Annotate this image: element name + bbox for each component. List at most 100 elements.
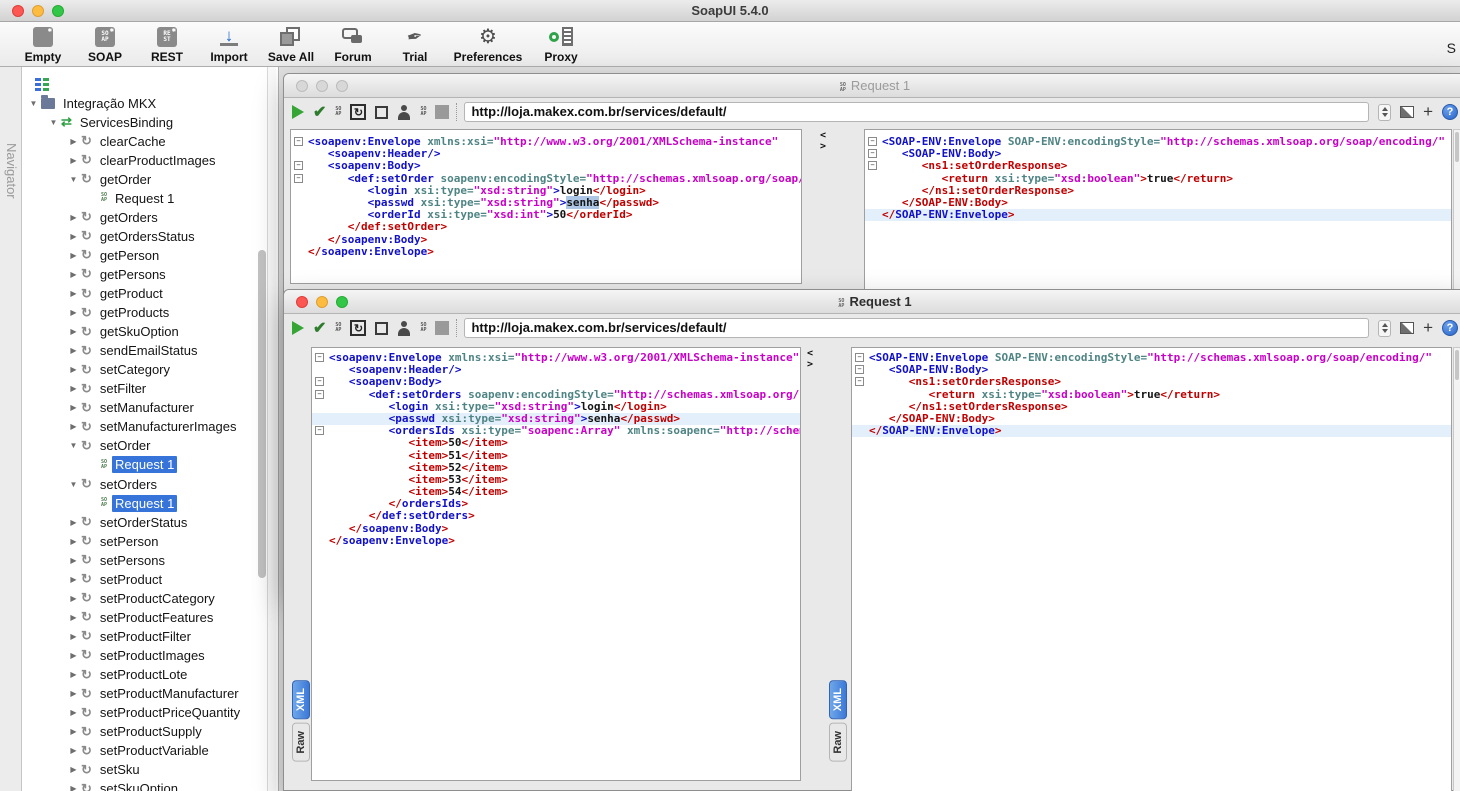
tree-item-setsku[interactable]: ▶↻setSku bbox=[68, 760, 143, 779]
auth-button[interactable] bbox=[397, 102, 411, 122]
fold-toggle-icon[interactable]: − bbox=[294, 137, 303, 146]
disclosure-right-icon[interactable]: ▶ bbox=[68, 289, 79, 298]
disclosure-right-icon[interactable]: ▶ bbox=[68, 632, 79, 641]
tree-item-servicesbinding[interactable]: ▼⇄ServicesBinding bbox=[48, 113, 176, 132]
tree-item-setperson[interactable]: ▶↻setPerson bbox=[68, 532, 161, 551]
tree-item-setmanufacturer[interactable]: ▶↻setManufacturer bbox=[68, 398, 197, 417]
disclosure-right-icon[interactable]: ▶ bbox=[68, 422, 79, 431]
disclosure-right-icon[interactable]: ▶ bbox=[68, 365, 79, 374]
fold-toggle-icon[interactable]: − bbox=[315, 390, 324, 399]
tree-item-getorders[interactable]: ▶↻getOrders bbox=[68, 208, 161, 227]
splitter-collapse-icons[interactable]: <> bbox=[820, 130, 830, 152]
tree-item-setproductfeatures[interactable]: ▶↻setProductFeatures bbox=[68, 608, 216, 627]
tree-item-setfilter[interactable]: ▶↻setFilter bbox=[68, 379, 149, 398]
submit-request-button[interactable] bbox=[292, 102, 304, 122]
window-titlebar[interactable]: SOAPRequest 1 bbox=[284, 74, 1460, 98]
disclosure-right-icon[interactable]: ▶ bbox=[68, 727, 79, 736]
endpoint-url-field[interactable]: http://loja.makex.com.br/services/defaul… bbox=[464, 318, 1369, 338]
tabbed-layout-button[interactable] bbox=[1400, 102, 1414, 122]
disclosure-right-icon[interactable]: ▶ bbox=[68, 708, 79, 717]
window-titlebar[interactable]: SOAPRequest 1 bbox=[284, 290, 1460, 314]
tree-item-getperson[interactable]: ▶↻getPerson bbox=[68, 246, 162, 265]
tree-item-setcategory[interactable]: ▶↻setCategory bbox=[68, 360, 173, 379]
disclosure-down-icon[interactable]: ▼ bbox=[68, 441, 79, 450]
tree-item-setproductfilter[interactable]: ▶↻setProductFilter bbox=[68, 627, 194, 646]
tree-item-setproductvariable[interactable]: ▶↻setProductVariable bbox=[68, 741, 212, 760]
disclosure-right-icon[interactable]: ▶ bbox=[68, 765, 79, 774]
recreate-request-button[interactable]: ↻ bbox=[350, 102, 366, 122]
tree-item-getskuoption[interactable]: ▶↻getSkuOption bbox=[68, 322, 182, 341]
new-soap-project-button[interactable]: SOAP✱ SOAP bbox=[74, 25, 136, 64]
add-endpoint-button[interactable]: + bbox=[1423, 318, 1433, 338]
tab-raw[interactable]: Raw bbox=[829, 723, 847, 762]
disclosure-right-icon[interactable]: ▶ bbox=[68, 270, 79, 279]
disclosure-right-icon[interactable]: ▶ bbox=[68, 689, 79, 698]
code-line[interactable]: </SOAP-ENV:Envelope> bbox=[852, 425, 1451, 437]
response-editor-pane[interactable]: −−−<SOAP-ENV:Envelope SOAP-ENV:encodingS… bbox=[851, 347, 1452, 791]
help-button[interactable]: ? bbox=[1442, 102, 1458, 122]
fold-toggle-icon[interactable]: − bbox=[315, 426, 324, 435]
disclosure-right-icon[interactable]: ▶ bbox=[68, 651, 79, 660]
tree-item-setorder[interactable]: ▼↻setOrder bbox=[68, 436, 153, 455]
tree-item-setproductcategory[interactable]: ▶↻setProductCategory bbox=[68, 589, 218, 608]
tab-raw[interactable]: Raw bbox=[292, 723, 310, 762]
tree-item-getpersons[interactable]: ▶↻getPersons bbox=[68, 265, 169, 284]
tree-item-getordersstatus[interactable]: ▶↻getOrdersStatus bbox=[68, 227, 198, 246]
tree-item-clearcache[interactable]: ▶↻clearCache bbox=[68, 132, 169, 151]
new-rest-project-button[interactable]: REST✱ REST bbox=[136, 25, 198, 64]
fold-toggle-icon[interactable]: − bbox=[868, 161, 877, 170]
disclosure-right-icon[interactable]: ▶ bbox=[68, 575, 79, 584]
endpoint-dropdown-stepper[interactable] bbox=[1378, 318, 1391, 338]
collapse-right-icon[interactable]: > bbox=[807, 359, 817, 370]
fold-toggle-icon[interactable]: − bbox=[868, 149, 877, 158]
clear-request-button[interactable] bbox=[375, 102, 388, 122]
tree-item-setorders[interactable]: ▼↻setOrders bbox=[68, 475, 160, 494]
fold-gutter[interactable]: −−− bbox=[291, 130, 307, 283]
tree-item-request-1[interactable]: SOAPRequest 1 bbox=[88, 455, 177, 474]
tree-item-getproducts[interactable]: ▶↻getProducts bbox=[68, 303, 172, 322]
forum-button[interactable]: Forum bbox=[322, 25, 384, 64]
tree-item-setproductsupply[interactable]: ▶↻setProductSupply bbox=[68, 722, 205, 741]
fold-toggle-icon[interactable]: − bbox=[315, 377, 324, 386]
tree-item-clearproductimages[interactable]: ▶↻clearProductImages bbox=[68, 151, 219, 170]
navigator-tab[interactable]: Navigator bbox=[4, 143, 19, 199]
fold-gutter[interactable]: −−− bbox=[852, 348, 868, 791]
collapse-left-icon[interactable]: < bbox=[820, 130, 830, 141]
attachments-button[interactable] bbox=[435, 318, 449, 338]
add-endpoint-button[interactable]: + bbox=[1423, 102, 1433, 122]
disclosure-right-icon[interactable]: ▶ bbox=[68, 518, 79, 527]
auth-button[interactable] bbox=[397, 318, 411, 338]
tree-item-setproductimages[interactable]: ▶↻setProductImages bbox=[68, 646, 208, 665]
add-to-testcase-button[interactable]: ✔ bbox=[313, 318, 326, 338]
project-tree[interactable]: ▼Integração MKX▼⇄ServicesBinding▶↻clearC… bbox=[22, 93, 278, 791]
disclosure-right-icon[interactable]: ▶ bbox=[68, 346, 79, 355]
xml-editor[interactable]: <soapenv:Envelope xmlns:xsi="http://www.… bbox=[329, 348, 800, 780]
tree-item-setskuoption[interactable]: ▶↻setSkuOption bbox=[68, 779, 181, 791]
tree-item-setproductmanufacturer[interactable]: ▶↻setProductManufacturer bbox=[68, 684, 242, 703]
fold-toggle-icon[interactable]: − bbox=[315, 353, 324, 362]
clear-request-button[interactable] bbox=[375, 318, 388, 338]
tree-item-request-1[interactable]: SOAPRequest 1 bbox=[88, 494, 177, 513]
endpoint-dropdown-stepper[interactable] bbox=[1378, 102, 1391, 122]
collapse-right-icon[interactable]: > bbox=[820, 141, 830, 152]
import-project-button[interactable]: ↓ Import bbox=[198, 25, 260, 64]
code-line[interactable]: </SOAP-ENV:Envelope> bbox=[865, 209, 1451, 221]
disclosure-down-icon[interactable]: ▼ bbox=[48, 118, 59, 127]
disclosure-right-icon[interactable]: ▶ bbox=[68, 384, 79, 393]
tree-item-integra-o-mkx[interactable]: ▼Integração MKX bbox=[28, 94, 159, 113]
disclosure-right-icon[interactable]: ▶ bbox=[68, 537, 79, 546]
save-all-button[interactable]: Save All bbox=[260, 25, 322, 64]
tab-xml[interactable]: XML bbox=[829, 680, 847, 719]
tree-item-setpersons[interactable]: ▶↻setPersons bbox=[68, 551, 168, 570]
tree-item-setproductlote[interactable]: ▶↻setProductLote bbox=[68, 665, 190, 684]
fold-toggle-icon[interactable]: − bbox=[868, 137, 877, 146]
fold-toggle-icon[interactable]: − bbox=[855, 353, 864, 362]
disclosure-right-icon[interactable]: ▶ bbox=[68, 137, 79, 146]
disclosure-right-icon[interactable]: ▶ bbox=[68, 746, 79, 755]
xml-editor[interactable]: <SOAP-ENV:Envelope SOAP-ENV:encodingStyl… bbox=[869, 348, 1451, 791]
splitter-collapse-icons[interactable]: <> bbox=[807, 348, 817, 370]
request-window-setorders[interactable]: SOAPRequest 1 ✔ SOAP ↻ SOAP http://loja.… bbox=[283, 289, 1460, 791]
request-editor-pane[interactable]: − − − −<soapenv:Envelope xmlns:xsi="http://… bbox=[311, 347, 801, 781]
trial-button[interactable]: ✒ Trial bbox=[384, 25, 446, 64]
fold-toggle-icon[interactable]: − bbox=[294, 161, 303, 170]
